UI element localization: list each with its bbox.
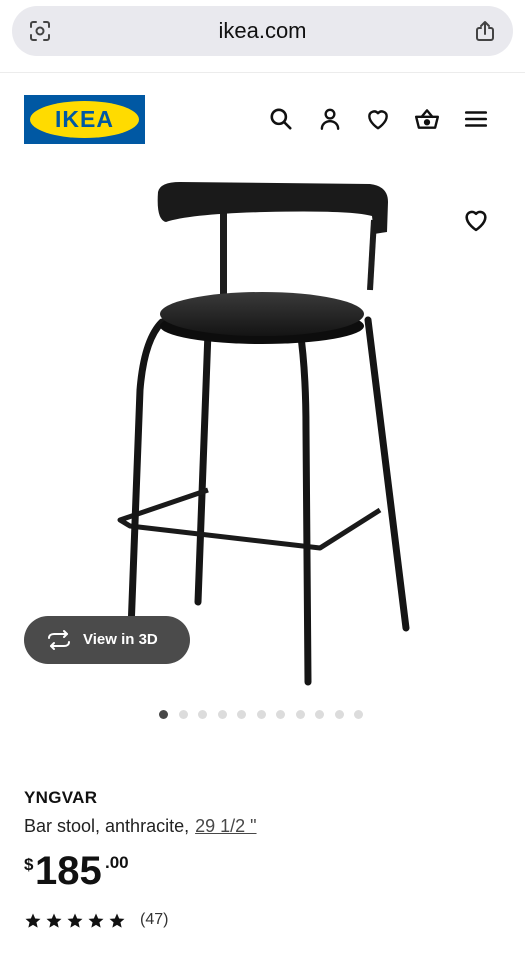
- carousel-dot[interactable]: [276, 710, 285, 719]
- menu-icon[interactable]: [463, 106, 489, 132]
- rotate-3d-icon: [48, 630, 70, 650]
- url-text: ikea.com: [218, 18, 307, 43]
- product-type-text: Bar stool, anthracite,: [24, 816, 190, 836]
- share-icon[interactable]: [473, 19, 497, 43]
- price-integer: 185: [35, 849, 102, 893]
- carousel-dot[interactable]: [295, 710, 305, 719]
- size-link[interactable]: 29 1/2 ": [195, 816, 256, 836]
- browser-address-area: ikea.com: [0, 0, 525, 73]
- carousel-dot[interactable]: [198, 710, 207, 719]
- star-icon: [67, 913, 83, 928]
- carousel-dot[interactable]: [256, 710, 266, 719]
- basket-icon[interactable]: [414, 106, 440, 132]
- ikea-logo[interactable]: IKEA: [24, 95, 145, 144]
- address-bar[interactable]: ikea.com: [12, 6, 513, 56]
- product-description: Bar stool, anthracite, 29 1/2 ": [24, 816, 257, 837]
- carousel-dot[interactable]: [315, 710, 324, 719]
- carousel-dot[interactable]: [334, 710, 344, 719]
- star-icon: [46, 913, 62, 928]
- review-count: (47): [140, 911, 169, 928]
- product-gallery[interactable]: View in 3D: [0, 170, 525, 710]
- heart-icon[interactable]: [365, 106, 391, 132]
- account-icon[interactable]: [317, 106, 343, 132]
- carousel-dot[interactable]: [217, 710, 227, 719]
- search-icon[interactable]: [268, 106, 294, 132]
- price-decimal: .00: [105, 853, 129, 872]
- carousel-dot[interactable]: [178, 710, 188, 719]
- carousel-dot[interactable]: [237, 710, 246, 719]
- view-in-3d-label: View in 3D: [83, 631, 158, 648]
- price-currency: $: [24, 855, 34, 874]
- star-icon: [109, 913, 125, 928]
- star-icon: [88, 913, 104, 928]
- carousel-dot[interactable]: [354, 710, 363, 719]
- add-to-favourites-icon[interactable]: [462, 206, 490, 234]
- star-icon: [25, 913, 41, 928]
- view-in-3d-button[interactable]: View in 3D: [24, 616, 190, 664]
- site-header: IKEA: [0, 72, 525, 162]
- carousel-dot[interactable]: [159, 710, 168, 719]
- logo-text: IKEA: [55, 106, 114, 132]
- product-name: YNGVAR: [24, 788, 98, 807]
